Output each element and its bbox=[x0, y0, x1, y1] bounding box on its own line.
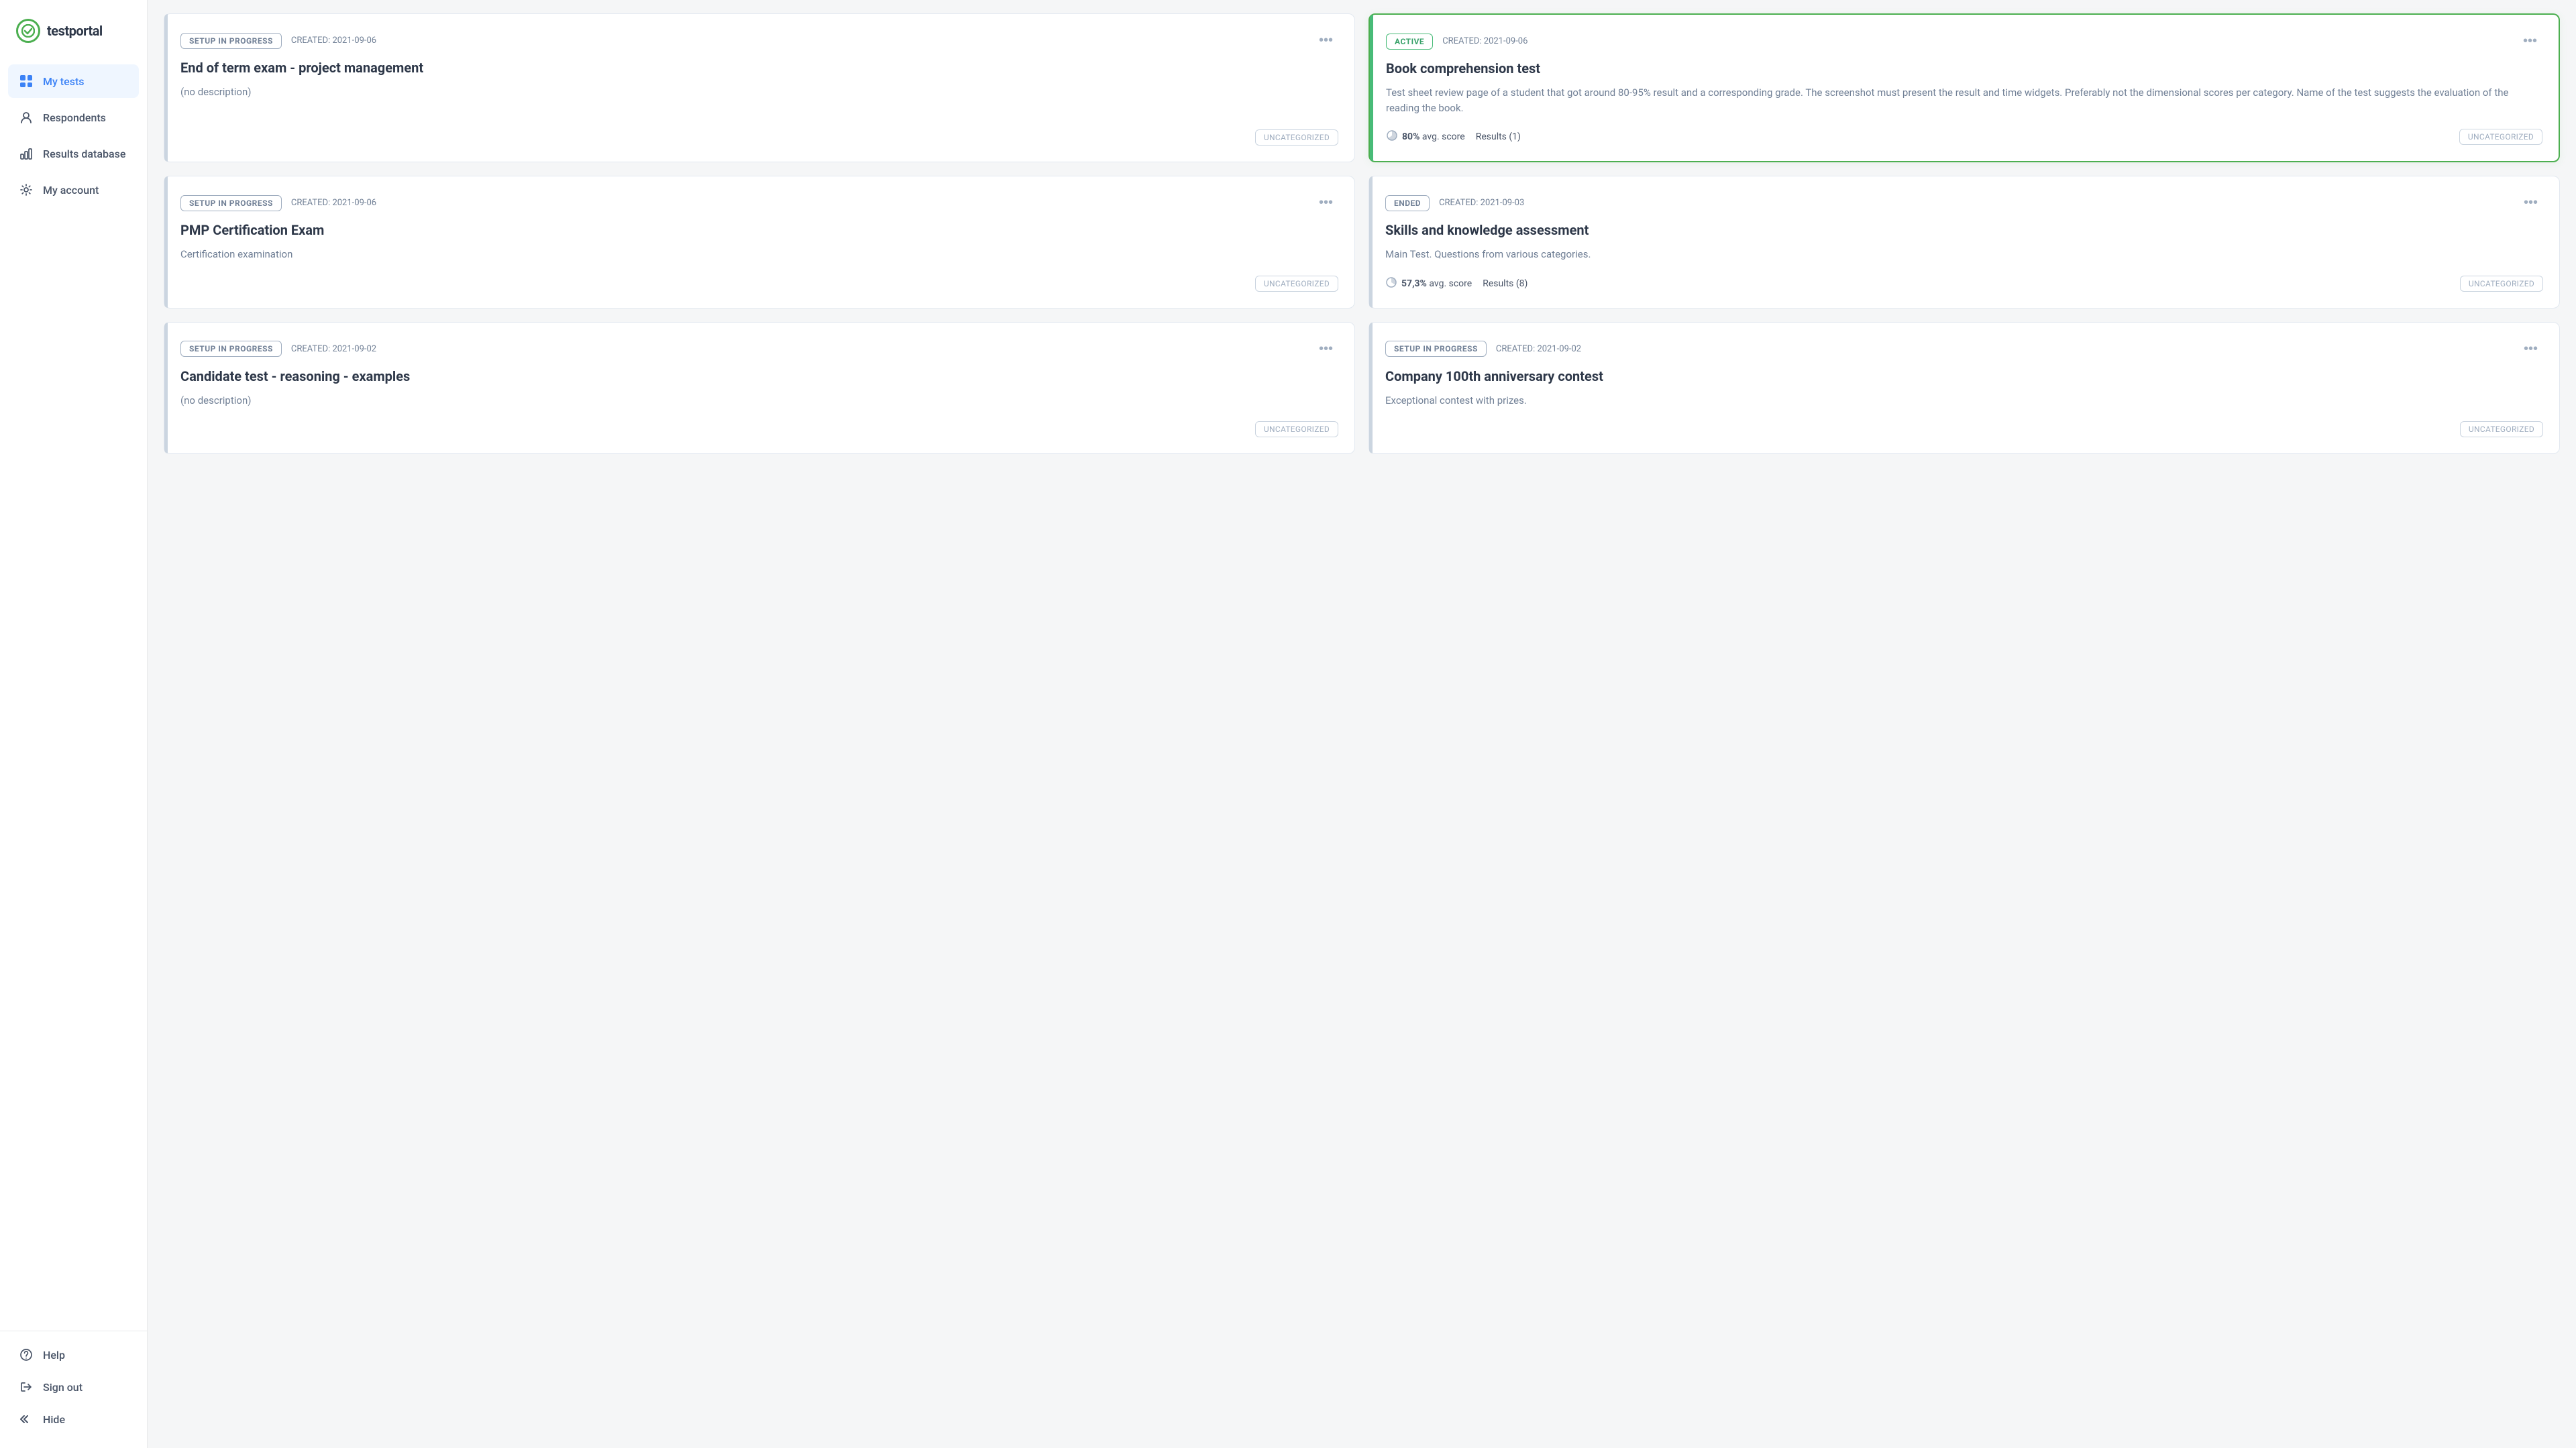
results-link-4[interactable]: Results (8) bbox=[1483, 278, 1527, 289]
card-menu-button-2[interactable]: ••• bbox=[2518, 31, 2542, 52]
sign-out-icon bbox=[19, 1380, 34, 1394]
card-title-1: End of term exam - project management bbox=[180, 59, 1338, 76]
card-description-6: Exceptional contest with prizes. bbox=[1385, 393, 2543, 408]
main-content: SETUP IN PROGRESS CREATED: 2021-09-06 ••… bbox=[148, 0, 2576, 1448]
sidebar-item-help[interactable]: Help bbox=[8, 1339, 139, 1370]
test-card-3[interactable]: SETUP IN PROGRESS CREATED: 2021-09-06 ••… bbox=[164, 176, 1355, 309]
test-card-4[interactable]: ENDED CREATED: 2021-09-03 ••• Skills and… bbox=[1368, 176, 2560, 309]
sidebar-label-results-database: Results database bbox=[43, 148, 125, 160]
pie-chart-icon-2 bbox=[1386, 129, 1398, 144]
category-badge-6: UNCATEGORIZED bbox=[2460, 421, 2543, 437]
grid-icon bbox=[19, 74, 34, 89]
card-title-3: PMP Certification Exam bbox=[180, 221, 1338, 239]
test-card-5[interactable]: SETUP IN PROGRESS CREATED: 2021-09-02 ••… bbox=[164, 322, 1355, 455]
logo-text: testportal bbox=[47, 23, 103, 39]
sidebar-item-my-tests[interactable]: My tests bbox=[8, 64, 139, 98]
sidebar-item-my-account[interactable]: My account bbox=[8, 173, 139, 207]
test-card-2[interactable]: ACTIVE CREATED: 2021-09-06 ••• Book comp… bbox=[1368, 13, 2560, 162]
card-footer-2: 80% avg. score Results (1) UNCATEGORIZED bbox=[1386, 129, 2542, 145]
card-description-4: Main Test. Questions from various catego… bbox=[1385, 247, 2543, 262]
card-footer-5: UNCATEGORIZED bbox=[180, 421, 1338, 437]
category-badge-5: UNCATEGORIZED bbox=[1255, 421, 1338, 437]
card-accent-1 bbox=[164, 14, 168, 162]
cards-grid: SETUP IN PROGRESS CREATED: 2021-09-06 ••… bbox=[164, 13, 2560, 454]
status-badge-1: SETUP IN PROGRESS bbox=[180, 33, 282, 49]
card-accent-6 bbox=[1369, 323, 1373, 454]
sidebar: testportal My tests Respondents bbox=[0, 0, 148, 1448]
created-date-1: CREATED: 2021-09-06 bbox=[291, 36, 376, 46]
avg-score-value-4: 57,3% avg. score bbox=[1401, 278, 1472, 289]
avg-score-2: 80% avg. score bbox=[1386, 129, 1465, 144]
category-badge-3: UNCATEGORIZED bbox=[1255, 276, 1338, 292]
sidebar-item-results-database[interactable]: Results database bbox=[8, 137, 139, 170]
card-footer-4: 57,3% avg. score Results (8) UNCATEGORIZ… bbox=[1385, 276, 2543, 292]
person-icon bbox=[19, 110, 34, 125]
card-title-6: Company 100th anniversary contest bbox=[1385, 368, 2543, 385]
chart-icon bbox=[19, 146, 34, 161]
card-accent-4 bbox=[1369, 176, 1373, 308]
sidebar-item-sign-out[interactable]: Sign out bbox=[8, 1372, 139, 1402]
sidebar-label-respondents: Respondents bbox=[43, 111, 106, 124]
sidebar-hide-label: Hide bbox=[43, 1413, 65, 1426]
card-header-5: SETUP IN PROGRESS CREATED: 2021-09-02 ••… bbox=[180, 339, 1338, 359]
card-menu-button-6[interactable]: ••• bbox=[2518, 339, 2543, 359]
sidebar-hide-button[interactable]: Hide bbox=[8, 1404, 139, 1435]
status-badge-3: SETUP IN PROGRESS bbox=[180, 195, 282, 211]
card-footer-1: UNCATEGORIZED bbox=[180, 129, 1338, 146]
card-header-2: ACTIVE CREATED: 2021-09-06 ••• bbox=[1386, 31, 2542, 52]
sidebar-label-my-account: My account bbox=[43, 184, 99, 197]
gear-icon bbox=[19, 182, 34, 197]
card-menu-button-3[interactable]: ••• bbox=[1313, 192, 1338, 213]
card-description-1: (no description) bbox=[180, 85, 1338, 116]
chevron-left-icon bbox=[19, 1412, 34, 1427]
card-title-2: Book comprehension test bbox=[1386, 60, 2542, 77]
card-footer-3: UNCATEGORIZED bbox=[180, 276, 1338, 292]
logo-icon bbox=[16, 19, 40, 43]
category-badge-1: UNCATEGORIZED bbox=[1255, 129, 1338, 146]
card-header-6: SETUP IN PROGRESS CREATED: 2021-09-02 ••… bbox=[1385, 339, 2543, 359]
card-menu-button-1[interactable]: ••• bbox=[1313, 30, 1338, 51]
created-date-5: CREATED: 2021-09-02 bbox=[291, 344, 376, 354]
card-menu-button-5[interactable]: ••• bbox=[1313, 339, 1338, 359]
created-date-6: CREATED: 2021-09-02 bbox=[1496, 344, 1581, 354]
test-card-6[interactable]: SETUP IN PROGRESS CREATED: 2021-09-02 ••… bbox=[1368, 322, 2560, 455]
sidebar-nav: My tests Respondents Results database bbox=[0, 64, 147, 1331]
question-icon bbox=[19, 1347, 34, 1362]
status-badge-6: SETUP IN PROGRESS bbox=[1385, 341, 1487, 357]
sidebar-label-sign-out: Sign out bbox=[43, 1381, 83, 1394]
status-badge-5: SETUP IN PROGRESS bbox=[180, 341, 282, 357]
test-card-1[interactable]: SETUP IN PROGRESS CREATED: 2021-09-06 ••… bbox=[164, 13, 1355, 162]
card-title-5: Candidate test - reasoning - examples bbox=[180, 368, 1338, 385]
results-link-2[interactable]: Results (1) bbox=[1476, 131, 1521, 142]
card-accent-3 bbox=[164, 176, 168, 308]
card-menu-button-4[interactable]: ••• bbox=[2518, 192, 2543, 213]
avg-score-value-2: 80% avg. score bbox=[1402, 131, 1465, 142]
sidebar-item-respondents[interactable]: Respondents bbox=[8, 101, 139, 134]
sidebar-label-my-tests: My tests bbox=[43, 75, 85, 88]
card-header-4: ENDED CREATED: 2021-09-03 ••• bbox=[1385, 192, 2543, 213]
avg-score-4: 57,3% avg. score bbox=[1385, 276, 1472, 291]
logo[interactable]: testportal bbox=[0, 0, 147, 64]
status-badge-4: ENDED bbox=[1385, 195, 1430, 211]
card-accent-2 bbox=[1370, 15, 1373, 161]
created-date-2: CREATED: 2021-09-06 bbox=[1442, 36, 1527, 46]
card-title-4: Skills and knowledge assessment bbox=[1385, 221, 2543, 239]
sidebar-bottom: Help Sign out Hide bbox=[0, 1331, 147, 1448]
card-header-3: SETUP IN PROGRESS CREATED: 2021-09-06 ••… bbox=[180, 192, 1338, 213]
status-badge-2: ACTIVE bbox=[1386, 34, 1433, 50]
category-badge-4: UNCATEGORIZED bbox=[2460, 276, 2543, 292]
card-description-2: Test sheet review page of a student that… bbox=[1386, 85, 2542, 115]
category-badge-2: UNCATEGORIZED bbox=[2459, 129, 2542, 145]
card-description-3: Certification examination bbox=[180, 247, 1338, 262]
card-header-1: SETUP IN PROGRESS CREATED: 2021-09-06 ••… bbox=[180, 30, 1338, 51]
pie-chart-icon-4 bbox=[1385, 276, 1397, 291]
sidebar-label-help: Help bbox=[43, 1349, 65, 1361]
card-footer-6: UNCATEGORIZED bbox=[1385, 421, 2543, 437]
created-date-4: CREATED: 2021-09-03 bbox=[1439, 198, 1524, 208]
card-accent-5 bbox=[164, 323, 168, 454]
card-description-5: (no description) bbox=[180, 393, 1338, 408]
created-date-3: CREATED: 2021-09-06 bbox=[291, 198, 376, 208]
